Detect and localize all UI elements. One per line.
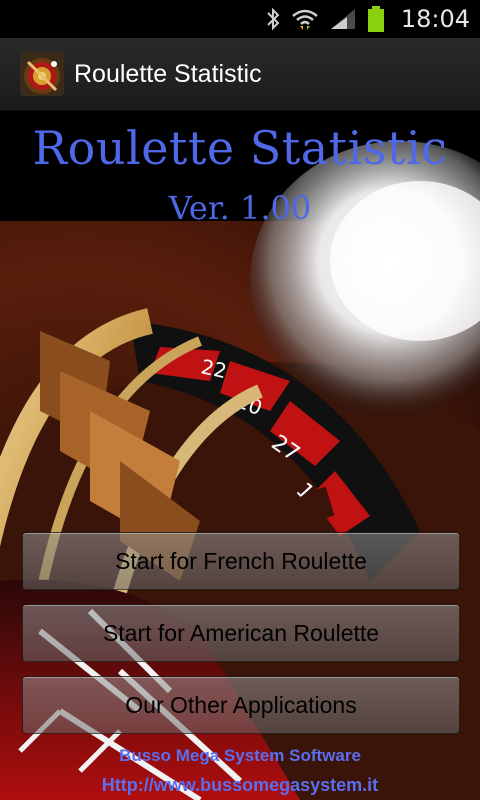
signal-icon — [329, 7, 357, 31]
version-label: Ver. 1.00 — [168, 189, 312, 227]
start-american-roulette-button[interactable]: Start for American Roulette — [22, 604, 460, 662]
headline-title: Roulette Statistic — [32, 121, 448, 175]
start-french-roulette-button[interactable]: Start for French Roulette — [22, 532, 460, 590]
status-bar: 18:04 — [0, 0, 480, 38]
roulette-app-icon — [20, 52, 64, 96]
bluetooth-icon — [265, 7, 281, 31]
status-time: 18:04 — [400, 5, 470, 33]
company-name: Busso Mega System Software — [119, 746, 361, 765]
wifi-icon — [291, 7, 319, 31]
other-applications-button[interactable]: Our Other Applications — [22, 676, 460, 734]
app-title: Roulette Statistic — [74, 60, 262, 88]
status-icons: 18:04 — [265, 0, 470, 38]
main-screen: 22 10 27 17 Roulette Statistic Ver. 1.00… — [0, 111, 480, 800]
company-url-link[interactable]: Http://www.bussomegasystem.it — [0, 775, 480, 796]
battery-icon — [367, 5, 385, 33]
action-bar: Roulette Statistic — [0, 38, 480, 111]
